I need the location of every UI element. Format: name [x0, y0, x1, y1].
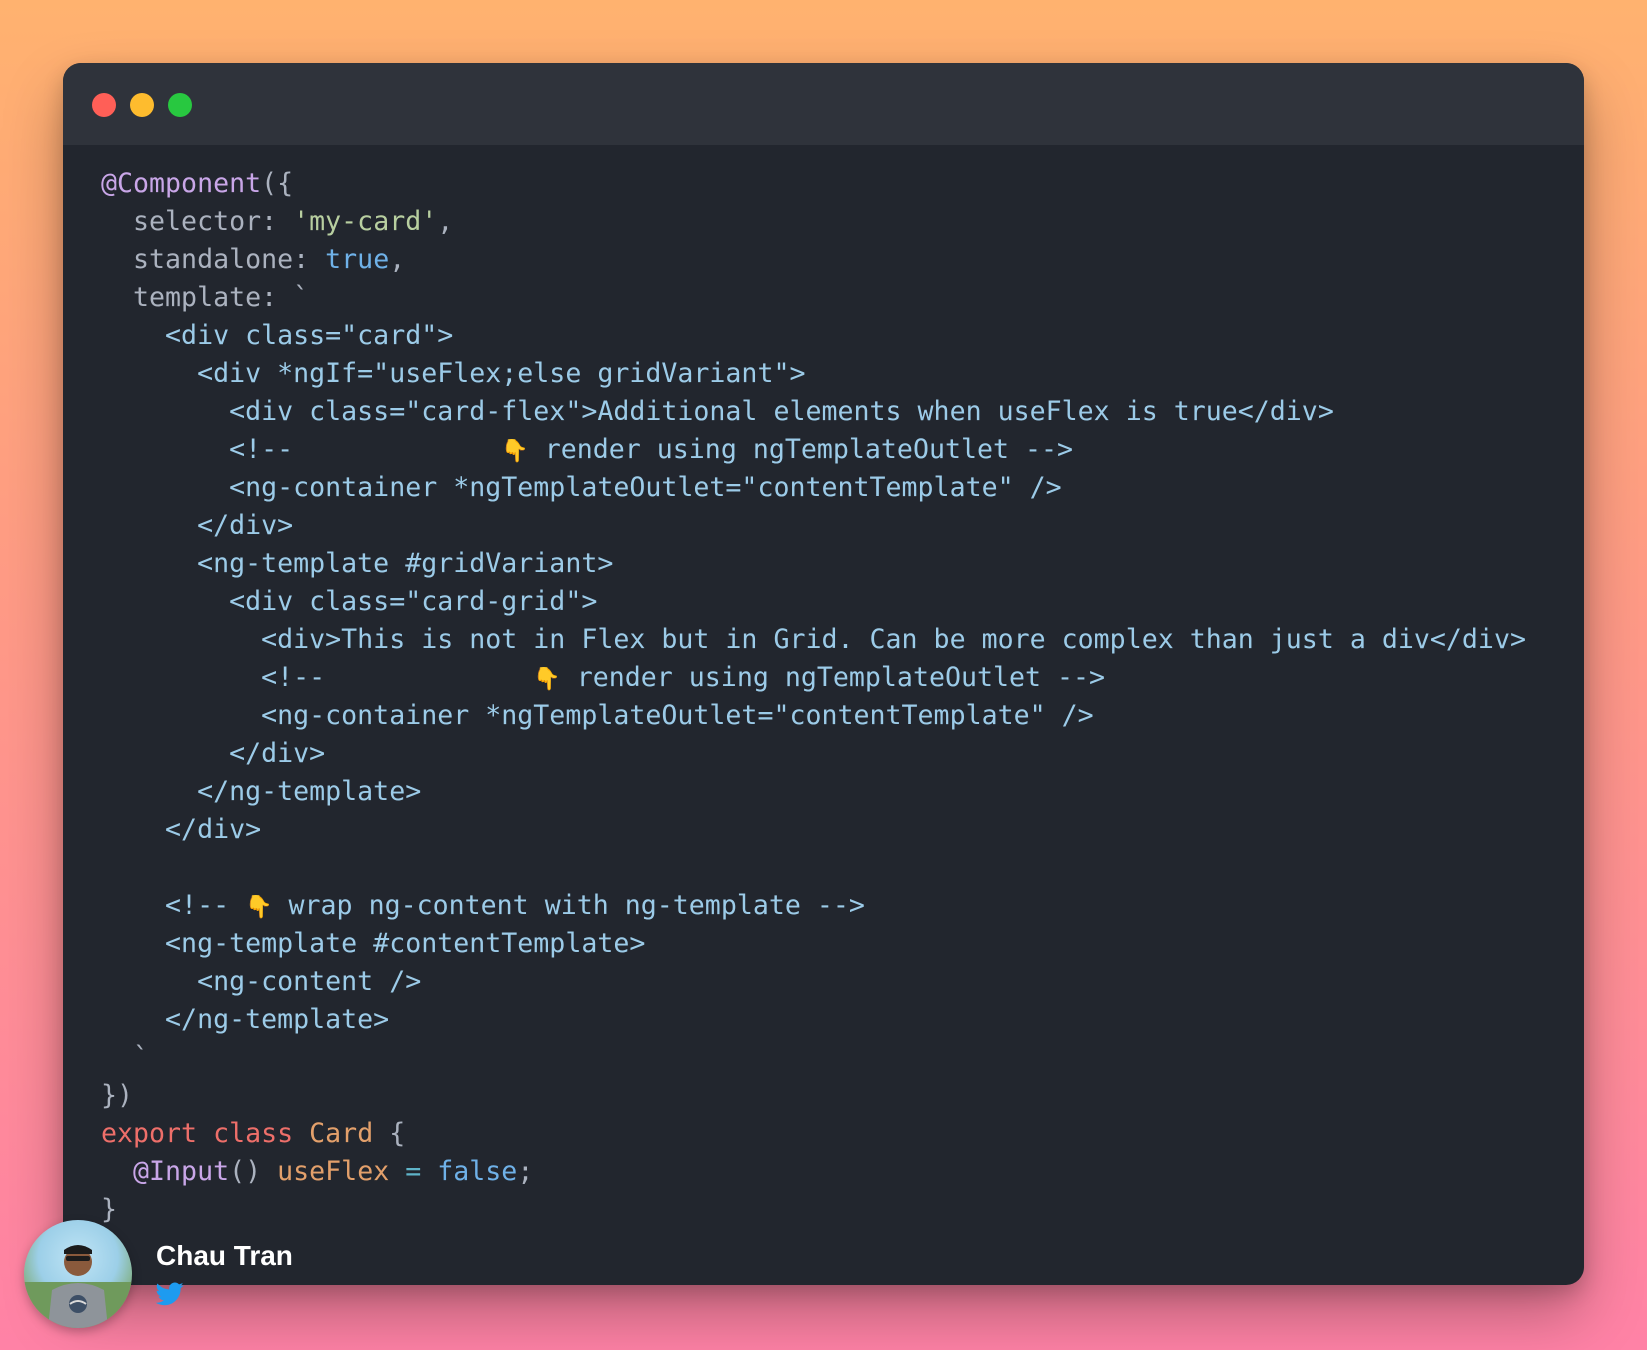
code-token: <!--	[101, 662, 534, 693]
code-token: render using ngTemplateOutlet -->	[560, 662, 1106, 693]
code-token: useFlex	[277, 1156, 390, 1187]
pointing-down-icon: 👇	[245, 895, 273, 920]
code-line: <div class="card-grid">	[101, 583, 1526, 621]
code-token: =	[389, 1156, 438, 1187]
close-window-button[interactable]	[92, 93, 116, 117]
code-line: <div *ngIf="useFlex;else gridVariant">	[101, 355, 1526, 393]
code-line: <ng-content />	[101, 963, 1526, 1001]
code-line: <ng-template #gridVariant>	[101, 545, 1526, 583]
code-token: <div class="card-grid">	[101, 586, 598, 617]
pointing-down-icon: 👇	[501, 439, 529, 464]
code-token: </div>	[101, 738, 326, 769]
code-token: template: `	[101, 282, 310, 313]
code-line: standalone: true,	[101, 241, 1526, 279]
code-token: </ng-template>	[101, 1004, 390, 1035]
code-line: <ng-container *ngTemplateOutlet="content…	[101, 697, 1526, 735]
window-titlebar	[63, 63, 1584, 145]
avatar	[24, 1220, 132, 1328]
code-token: <!--	[101, 434, 502, 465]
code-token: ,	[389, 244, 406, 275]
code-line: <!-- 👇 render using ngTemplateOutlet -->	[101, 659, 1526, 697]
code-token: <!--	[101, 890, 246, 921]
code-line: </div>	[101, 507, 1526, 545]
code-line: </ng-template>	[101, 1001, 1526, 1039]
code-line: `	[101, 1039, 1526, 1077]
code-line: <!-- 👇 render using ngTemplateOutlet -->	[101, 431, 1526, 469]
code-token: <div *ngIf="useFlex;else gridVariant">	[101, 358, 806, 389]
code-token: </div>	[101, 814, 262, 845]
avatar-photo	[24, 1245, 132, 1328]
code-line: </div>	[101, 811, 1526, 849]
code-token: render using ngTemplateOutlet -->	[528, 434, 1074, 465]
code-line: <div>This is not in Flex but in Grid. Ca…	[101, 621, 1526, 659]
code-line: template: `	[101, 279, 1526, 317]
author-badge: Chau Tran	[24, 1220, 324, 1330]
code-block: @Component({ selector: 'my-card', standa…	[101, 165, 1526, 1229]
code-token: ()	[229, 1156, 278, 1187]
minimize-window-button[interactable]	[130, 93, 154, 117]
code-line: </ng-template>	[101, 773, 1526, 811]
code-token: <ng-container *ngTemplateOutlet="content…	[101, 700, 1094, 731]
code-line: @Input() useFlex = false;	[101, 1153, 1526, 1191]
code-token: ;	[517, 1156, 534, 1187]
code-line: </div>	[101, 735, 1526, 773]
twitter-icon[interactable]	[156, 1282, 184, 1306]
code-token: `	[101, 1042, 150, 1073]
code-token: })	[101, 1080, 134, 1111]
code-token: standalone:	[101, 244, 326, 275]
code-token: 'my-card'	[293, 206, 438, 237]
code-line: @Component({	[101, 165, 1526, 203]
code-token: <div>This is not in Flex but in Grid. Ca…	[101, 624, 1526, 655]
code-token: Card	[309, 1118, 374, 1149]
code-token: ({	[261, 168, 294, 199]
code-window: @Component({ selector: 'my-card', standa…	[63, 63, 1584, 1285]
zoom-window-button[interactable]	[168, 93, 192, 117]
code-token: false	[437, 1156, 518, 1187]
code-line: export class Card {	[101, 1115, 1526, 1153]
code-line: <ng-container *ngTemplateOutlet="content…	[101, 469, 1526, 507]
code-token: class	[213, 1118, 310, 1149]
code-line: <!-- 👇 wrap ng-content with ng-template …	[101, 887, 1526, 925]
code-token: <ng-content />	[101, 966, 422, 997]
code-line: <ng-template #contentTemplate>	[101, 925, 1526, 963]
code-token: export	[101, 1118, 214, 1149]
code-line: })	[101, 1077, 1526, 1115]
code-token: <div class="card">	[101, 320, 454, 351]
code-token: {	[373, 1118, 406, 1149]
author-name: Chau Tran	[156, 1240, 293, 1271]
code-token: </div>	[101, 510, 294, 541]
pointing-down-icon: 👇	[533, 667, 561, 692]
code-token: <ng-template #gridVariant>	[101, 548, 614, 579]
code-token: <ng-template #contentTemplate>	[101, 928, 646, 959]
code-token: selector:	[101, 206, 294, 237]
code-token: wrap ng-content with ng-template -->	[272, 890, 865, 921]
code-line: <div class="card-flex">Additional elemen…	[101, 393, 1526, 431]
code-token: @Input	[101, 1156, 230, 1187]
code-token: <div class="card-flex">Additional elemen…	[101, 396, 1334, 427]
code-token: @Component	[101, 168, 262, 199]
code-line: selector: 'my-card',	[101, 203, 1526, 241]
code-line: <div class="card">	[101, 317, 1526, 355]
code-token: </ng-template>	[101, 776, 422, 807]
code-token: true	[325, 244, 390, 275]
code-token: <ng-container *ngTemplateOutlet="content…	[101, 472, 1062, 503]
code-token: ,	[437, 206, 454, 237]
